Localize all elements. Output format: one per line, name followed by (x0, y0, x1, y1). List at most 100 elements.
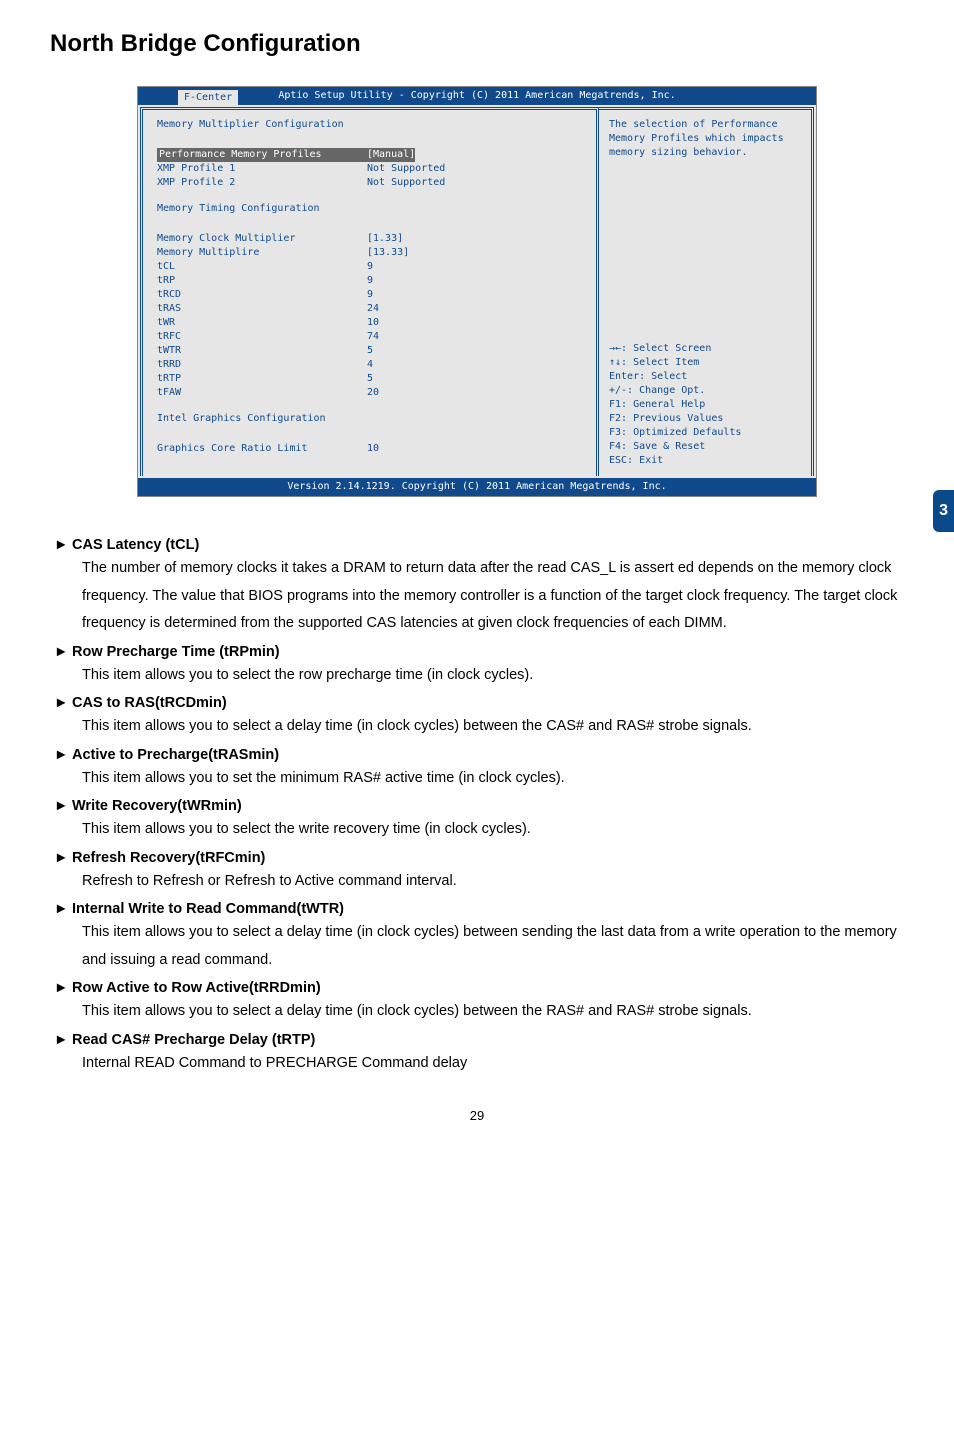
bios-value: [13.33] (367, 246, 409, 260)
bios-header: Aptio Setup Utility - Copyright (C) 2011… (138, 87, 816, 105)
bios-tab-fcenter[interactable]: F-Center (178, 90, 238, 106)
arrow-icon: ► (54, 980, 72, 996)
arrow-icon: ► (54, 901, 72, 917)
bios-value: [Manual] (367, 148, 415, 162)
bios-value: 24 (367, 302, 379, 316)
bios-section-memory-multiplier: Memory Multiplier Configuration (157, 118, 588, 132)
doc-text: This item allows you to select the row p… (82, 662, 904, 690)
bios-value: [1.33] (367, 232, 403, 246)
help-key: F4: Save & Reset (609, 440, 803, 454)
doc-text: Refresh to Refresh or Refresh to Active … (82, 868, 904, 896)
bios-main-panel: Memory Multiplier Configuration Performa… (140, 107, 599, 476)
bios-header-text: Aptio Setup Utility - Copyright (C) 2011… (278, 90, 675, 101)
doc-text: The number of memory clocks it takes a D… (82, 555, 904, 638)
bios-row[interactable]: tCL9 (157, 260, 588, 274)
bios-label: Memory Clock Multiplier (157, 232, 367, 246)
bios-row[interactable]: tRFC74 (157, 330, 588, 344)
help-key: Enter: Select (609, 370, 803, 384)
doc-text: This item allows you to select the write… (82, 816, 904, 844)
doc-heading: ►Refresh Recovery(tRFCmin) (54, 850, 904, 866)
bios-row[interactable]: tRP9 (157, 274, 588, 288)
bios-row[interactable]: tRAS24 (157, 302, 588, 316)
page-number: 29 (50, 1108, 904, 1123)
arrow-icon: ► (54, 644, 72, 660)
bios-help-description: The selection of Performance Memory Prof… (609, 118, 803, 160)
bios-label: XMP Profile 1 (157, 162, 367, 176)
bios-row-graphics-core-ratio[interactable]: Graphics Core Ratio Limit 10 (157, 442, 588, 456)
doc-text: This item allows you to select a delay t… (82, 713, 904, 741)
help-key: ESC: Exit (609, 454, 803, 468)
bios-label: tRFC (157, 330, 367, 344)
doc-text: This item allows you to select a delay t… (82, 919, 904, 974)
page-title: North Bridge Configuration (50, 30, 904, 58)
bios-help-keys: →←: Select Screen ↑↓: Select Item Enter:… (609, 342, 803, 468)
bios-value: 10 (367, 316, 379, 330)
bios-row[interactable]: tWR10 (157, 316, 588, 330)
bios-label: tRTP (157, 372, 367, 386)
bios-row[interactable]: Memory Clock Multiplier[1.33] (157, 232, 588, 246)
bios-row-xmp1[interactable]: XMP Profile 1 Not Supported (157, 162, 588, 176)
bios-row[interactable]: tWTR5 (157, 344, 588, 358)
help-key: F1: General Help (609, 398, 803, 412)
bios-label: tCL (157, 260, 367, 274)
help-key: +/-: Change Opt. (609, 384, 803, 398)
help-key: →←: Select Screen (609, 342, 803, 356)
bios-value: 4 (367, 358, 373, 372)
arrow-icon: ► (54, 537, 72, 553)
doc-text: This item allows you to select a delay t… (82, 998, 904, 1026)
bios-row[interactable]: tRCD9 (157, 288, 588, 302)
bios-section-memory-timing: Memory Timing Configuration (157, 202, 588, 216)
doc-text: Internal READ Command to PRECHARGE Comma… (82, 1050, 904, 1078)
bios-label: tFAW (157, 386, 367, 400)
bios-value: 10 (367, 442, 379, 456)
bios-row-performance-profiles[interactable]: Performance Memory Profiles [Manual] (157, 148, 588, 162)
bios-row[interactable]: tFAW20 (157, 386, 588, 400)
bios-row[interactable]: Memory Multiplire[13.33] (157, 246, 588, 260)
doc-heading: ►Internal Write to Read Command(tWTR) (54, 901, 904, 917)
doc-heading: ►Row Active to Row Active(tRRDmin) (54, 980, 904, 996)
bios-value: 74 (367, 330, 379, 344)
bios-row-xmp2[interactable]: XMP Profile 2 Not Supported (157, 176, 588, 190)
bios-value: Not Supported (367, 162, 445, 176)
doc-heading: ►Read CAS# Precharge Delay (tRTP) (54, 1032, 904, 1048)
bios-label: tWR (157, 316, 367, 330)
help-key: ↑↓: Select Item (609, 356, 803, 370)
bios-label: Memory Multiplire (157, 246, 367, 260)
doc-text: This item allows you to set the minimum … (82, 765, 904, 793)
bios-footer: Version 2.14.1219. Copyright (C) 2011 Am… (138, 478, 816, 496)
bios-label: tRAS (157, 302, 367, 316)
bios-label: tRCD (157, 288, 367, 302)
bios-label: Graphics Core Ratio Limit (157, 442, 367, 456)
bios-value: 20 (367, 386, 379, 400)
arrow-icon: ► (54, 798, 72, 814)
bios-value: 9 (367, 288, 373, 302)
help-key: F3: Optimized Defaults (609, 426, 803, 440)
bios-row[interactable]: tRRD4 (157, 358, 588, 372)
doc-list: ►CAS Latency (tCL) The number of memory c… (50, 537, 904, 1078)
bios-label: tWTR (157, 344, 367, 358)
bios-value: 5 (367, 344, 373, 358)
bios-row[interactable]: tRTP5 (157, 372, 588, 386)
doc-heading: ►CAS Latency (tCL) (54, 537, 904, 553)
bios-value: 5 (367, 372, 373, 386)
arrow-icon: ► (54, 1032, 72, 1048)
arrow-icon: ► (54, 850, 72, 866)
doc-heading: ►CAS to RAS(tRCDmin) (54, 695, 904, 711)
bios-value: 9 (367, 274, 373, 288)
bios-label: Performance Memory Profiles (157, 148, 367, 162)
bios-help-panel: The selection of Performance Memory Prof… (599, 107, 814, 476)
arrow-icon: ► (54, 695, 72, 711)
doc-heading: ►Write Recovery(tWRmin) (54, 798, 904, 814)
doc-heading: ►Active to Precharge(tRASmin) (54, 747, 904, 763)
bios-value: Not Supported (367, 176, 445, 190)
help-key: F2: Previous Values (609, 412, 803, 426)
bios-label: tRP (157, 274, 367, 288)
bios-section-intel-graphics: Intel Graphics Configuration (157, 412, 588, 426)
chapter-tab: 3 (933, 490, 954, 532)
bios-label: XMP Profile 2 (157, 176, 367, 190)
arrow-icon: ► (54, 747, 72, 763)
bios-window: Aptio Setup Utility - Copyright (C) 2011… (137, 86, 817, 497)
bios-label: tRRD (157, 358, 367, 372)
bios-value: 9 (367, 260, 373, 274)
doc-heading: ►Row Precharge Time (tRPmin) (54, 644, 904, 660)
